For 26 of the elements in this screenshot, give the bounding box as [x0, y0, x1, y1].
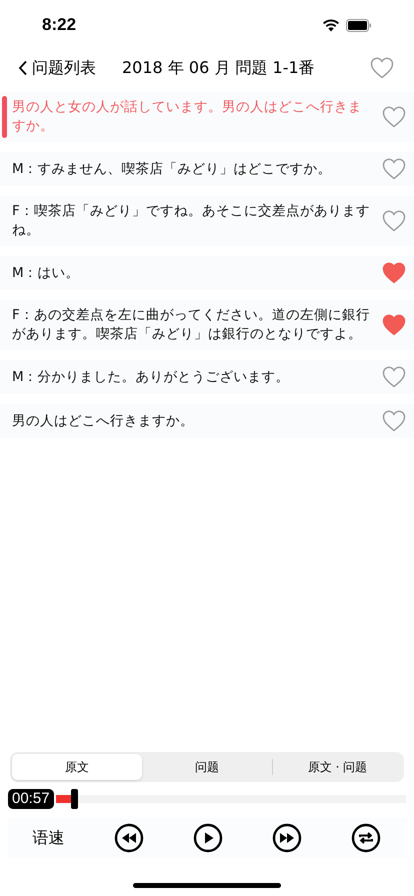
selection-bar	[2, 96, 7, 138]
play-icon[interactable]	[192, 823, 223, 853]
segment-tab[interactable]: 原文 · 问题	[273, 754, 402, 780]
back-button[interactable]: 问题列表	[18, 56, 96, 80]
progress-handle[interactable]	[71, 789, 78, 809]
battery-icon	[346, 18, 372, 32]
heart-icon[interactable]	[382, 366, 406, 388]
elapsed-time: 00:57	[8, 789, 54, 809]
wifi-icon	[322, 18, 340, 32]
repeat-icon[interactable]	[351, 823, 382, 853]
heart-icon[interactable]	[382, 106, 406, 128]
segment-tab[interactable]: 原文	[12, 754, 142, 780]
heart-icon[interactable]	[382, 410, 406, 432]
heart-icon[interactable]	[382, 210, 406, 232]
segment-tab[interactable]: 问题	[142, 754, 272, 780]
page-title: 2018 年 06 月 問題 1-1番	[122, 57, 316, 79]
fast-forward-icon[interactable]	[272, 823, 302, 853]
speed-button[interactable]: 语速	[32, 826, 65, 850]
heart-icon[interactable]	[382, 314, 406, 336]
progress-track[interactable]	[56, 795, 406, 803]
chevron-left-icon	[18, 60, 28, 76]
heart-icon[interactable]	[382, 262, 406, 284]
heart-icon[interactable]	[370, 57, 394, 79]
status-time: 8:22	[42, 14, 76, 36]
rewind-icon[interactable]	[114, 823, 144, 853]
heart-icon[interactable]	[382, 158, 406, 180]
